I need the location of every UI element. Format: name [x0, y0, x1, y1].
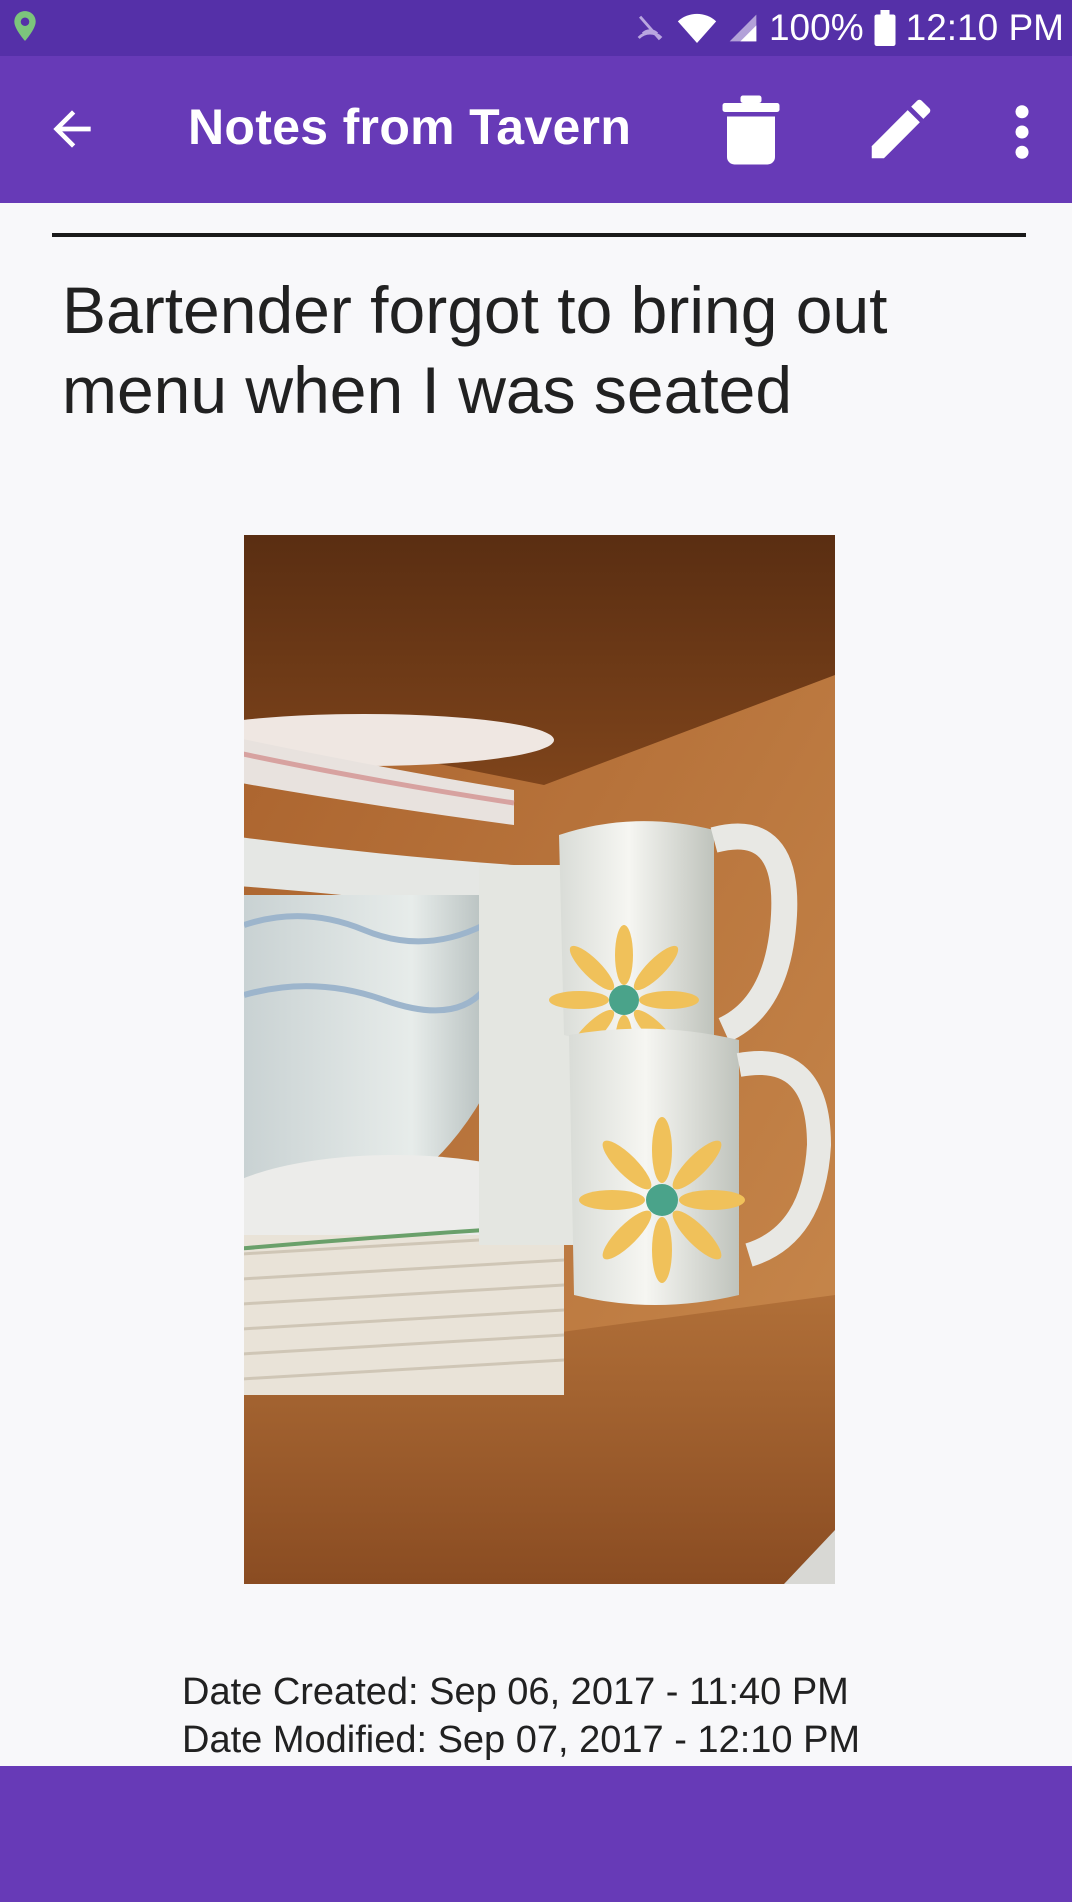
dishes-in-cupboard-image [244, 535, 835, 1584]
date-created: Date Created: Sep 06, 2017 - 11:40 PM [182, 1671, 849, 1713]
note-photo[interactable] [244, 535, 835, 1584]
location-icon [14, 11, 36, 41]
app-bar: Notes from Tavern [0, 56, 1072, 203]
status-bar: 100% 12:10 PM [0, 0, 1072, 56]
hotspot-icon [637, 15, 663, 41]
more-vert-icon[interactable] [1004, 104, 1040, 160]
pencil-icon[interactable] [862, 90, 940, 168]
note-title: Bartender forgot to bring out menu when … [62, 273, 888, 427]
bottom-bar [0, 1766, 1072, 1902]
back-arrow-icon[interactable] [44, 101, 100, 157]
wifi-icon [677, 13, 717, 43]
app-title: Notes from Tavern [188, 99, 632, 155]
battery-icon [874, 10, 896, 46]
trash-icon[interactable] [720, 94, 782, 166]
battery-percent: 100% [768, 7, 864, 48]
date-modified: Date Modified: Sep 07, 2017 - 12:10 PM [182, 1719, 861, 1761]
clock: 12:10 PM [905, 7, 1064, 48]
cellular-signal-icon [729, 14, 757, 42]
title-divider [52, 233, 1026, 237]
note-dates: Date Created: Sep 06, 2017 - 11:40 PM Da… [182, 1668, 860, 1764]
